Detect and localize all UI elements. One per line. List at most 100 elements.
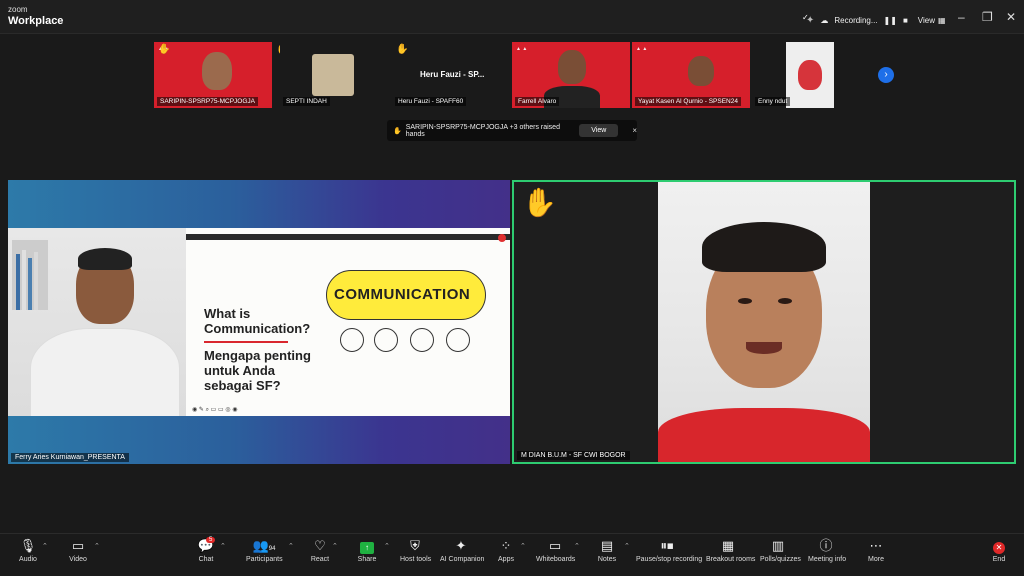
whiteboards-options-chevron-icon[interactable]: ⌃	[574, 542, 580, 550]
raised-hands-close-icon[interactable]: ×	[632, 126, 637, 135]
host-tools-button[interactable]: ⛨ Host tools	[400, 538, 431, 563]
end-label: End	[992, 556, 1006, 563]
apps-button[interactable]: ⁘ Apps	[496, 538, 516, 563]
view-label: View	[917, 15, 935, 25]
chat-unread-badge: 5	[206, 537, 216, 543]
share-options-chevron-icon[interactable]: ⌃	[384, 542, 390, 550]
whiteboards-label: Whiteboards	[536, 556, 576, 563]
participants-icon: 👥94	[252, 538, 276, 553]
chat-options-chevron-icon[interactable]: ⌃	[220, 542, 226, 550]
participant-tile-saripin[interactable]: ▲ ▲ ✋ SARIPIN-SPSRP75-MCPJOGJA	[154, 42, 272, 108]
participants-options-chevron-icon[interactable]: ⌃	[288, 542, 294, 550]
stick-figure-2	[374, 328, 398, 352]
react-options-chevron-icon[interactable]: ⌃	[332, 542, 338, 550]
raised-hand-icon: ✋	[522, 187, 557, 218]
apps-options-chevron-icon[interactable]: ⌃	[520, 542, 526, 550]
audio-button[interactable]: 🎙 Audio	[16, 538, 40, 563]
grid-icon: ▦	[937, 15, 946, 25]
pause-stop-recording-button[interactable]: ⏸⏹ Pause/stop recording	[636, 538, 703, 563]
participant-tile-septi[interactable]: SEPTI INDAH	[280, 42, 390, 108]
end-meeting-button[interactable]: ✕ End	[990, 538, 1008, 563]
presenter-video	[8, 228, 186, 416]
participant-name: Heru Fauzi - SPAFF60	[395, 97, 467, 106]
slide-title-line2: Communication?	[204, 321, 311, 336]
share-button[interactable]: ↑ Share	[356, 538, 378, 563]
speaker-video	[658, 182, 870, 462]
participant-name: SARIPIN-SPSRP75-MCPJOGJA	[157, 97, 258, 106]
raised-hands-view-button[interactable]: View	[579, 124, 619, 137]
raised-hand-icon: ✋	[396, 44, 409, 55]
next-page-arrow-icon[interactable]: ›	[878, 67, 894, 83]
notes-options-chevron-icon[interactable]: ⌃	[624, 542, 630, 550]
raised-hands-text: SARIPIN-SPSRP75-MCPJOGJA +3 others raise…	[405, 123, 560, 138]
video-label: Video	[69, 556, 87, 563]
participant-display-name: Heru Fauzi - SP...	[420, 70, 485, 79]
banner-graphic: ▲ ▲	[516, 46, 528, 52]
participants-button[interactable]: 👥94 Participants	[246, 538, 283, 563]
shield-icon: ⛨	[410, 538, 420, 553]
brand-zoom: zoom	[8, 5, 28, 14]
right-tile-name-label: M DIAN B.U.M - SF CWI BOGOR	[517, 451, 630, 460]
video-options-chevron-icon[interactable]: ⌃	[94, 542, 100, 550]
speaker-hair	[702, 222, 826, 272]
notes-button[interactable]: ▤ Notes	[596, 538, 618, 563]
chat-button[interactable]: 💬 5 Chat	[194, 537, 218, 563]
stop-recording-icon[interactable]: ■	[903, 16, 908, 25]
pause-stop-icon: ⏸⏹	[660, 538, 674, 553]
participant-name: Farrell Alvaro	[515, 97, 560, 106]
participant-tile-heru[interactable]: ✋ Heru Fauzi - SP... Heru Fauzi - SPAFF6…	[392, 42, 508, 108]
participant-tile-enny[interactable]: Enny ndut	[752, 42, 868, 108]
slide-title-line1: What is	[204, 306, 251, 321]
minimize-icon[interactable]: –	[958, 11, 965, 23]
pause-recording-icon[interactable]: ❚❚	[884, 16, 897, 25]
participant-hijab	[798, 60, 822, 90]
more-button[interactable]: ⋯ More	[866, 538, 886, 563]
participants-label: Participants	[246, 556, 283, 563]
participant-name: SEPTI INDAH	[283, 97, 330, 106]
slide-title: What is Communication?	[204, 306, 310, 336]
participant-tile-farrell[interactable]: ▲ ▲ Farrell Alvaro	[512, 42, 630, 108]
audio-options-chevron-icon[interactable]: ⌃	[42, 542, 48, 550]
polls-button[interactable]: ▥ Polls/quizzes	[760, 538, 801, 563]
restore-icon[interactable]: ❐	[982, 11, 993, 23]
stick-figure-3	[410, 328, 434, 352]
meeting-info-button[interactable]: ⓘ Meeting info	[808, 538, 846, 563]
video-button[interactable]: ▭ Video	[66, 538, 90, 563]
participant-photo	[312, 54, 354, 96]
share-screen-icon: ↑	[360, 542, 374, 554]
raised-hand-icon: ✋	[393, 127, 402, 135]
ai-companion-label: AI Companion	[440, 556, 485, 563]
presentation-slide: COMMUNICATION What is Communication? Men…	[186, 228, 510, 416]
cloud-text: COMMUNICATION	[334, 286, 471, 303]
recording-indicator-icon	[498, 234, 506, 242]
shared-screen-tile[interactable]: COMMUNICATION What is Communication? Men…	[8, 180, 510, 464]
brand-workplace: Workplace	[8, 15, 64, 27]
participant-tile-yayat[interactable]: ▲ ▲ Yayat Kasen Al Qurnio - SPSEN24	[632, 42, 750, 108]
ai-companion-button[interactable]: ✦ AI Companion	[440, 538, 485, 563]
participant-name: Yayat Kasen Al Qurnio - SPSEN24	[635, 97, 741, 106]
breakout-label: Breakout rooms	[706, 556, 756, 563]
notes-icon: ▤	[600, 538, 614, 553]
pause-stop-label: Pause/stop recording	[636, 556, 703, 563]
mac-menu-bar	[186, 234, 510, 240]
slide-sub-line3: sebagai SF?	[204, 378, 281, 393]
title-bar: zoom Workplace ✦ ☁ Recording... ❚❚ ■ Vie…	[0, 0, 1024, 34]
presenter-hair	[78, 248, 132, 270]
annotation-toolbar[interactable]: ◉ ✎ ⌕ ▭ ▭ ◎ ◉	[192, 406, 237, 414]
raised-hand-icon: ✋	[158, 44, 171, 55]
speaker-mouth	[746, 342, 782, 354]
apps-icon: ⁘	[500, 538, 512, 553]
end-call-icon: ✕	[993, 542, 1005, 554]
participant-name: Enny ndut	[755, 97, 791, 106]
stick-figure-1	[340, 328, 364, 352]
breakout-rooms-button[interactable]: ▦ Breakout rooms	[706, 538, 756, 563]
close-window-icon[interactable]: ✕	[1006, 11, 1016, 23]
breakout-rooms-icon: ▦	[721, 538, 735, 553]
whiteboards-button[interactable]: ▭ Whiteboards	[536, 538, 576, 563]
speaker-eye-left	[738, 298, 752, 304]
speaker-eye-right	[778, 298, 792, 304]
view-button[interactable]: View ▦	[918, 16, 946, 25]
active-speaker-tile[interactable]: ✋ M DIAN B.U.M - SF CWI BOGOR	[512, 180, 1016, 464]
heart-icon: ♡	[314, 538, 326, 553]
react-button[interactable]: ♡ React	[310, 538, 330, 563]
